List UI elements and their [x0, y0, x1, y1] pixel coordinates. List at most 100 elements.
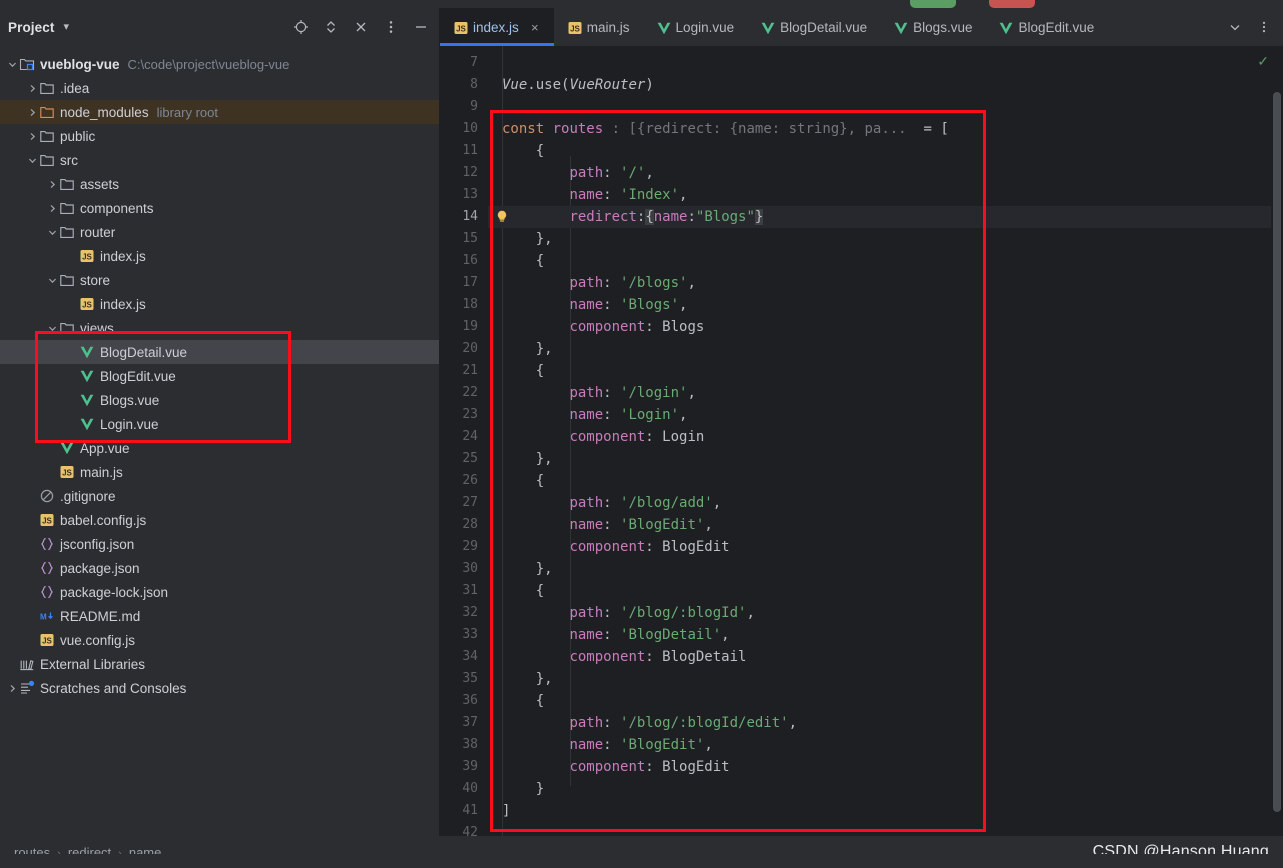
code-line[interactable] [488, 822, 1283, 836]
chevron-down-icon[interactable] [26, 154, 39, 167]
run-button[interactable] [910, 0, 956, 8]
code-line[interactable]: }, [488, 338, 1283, 360]
chevron-right-icon[interactable] [26, 130, 39, 143]
code-line[interactable]: path: '/blogs', [488, 272, 1283, 294]
tree-item-vueblog-vue[interactable]: vueblog-vue C:\code\project\vueblog-vue [0, 52, 439, 76]
code-line[interactable]: { [488, 360, 1283, 382]
code-line[interactable]: component: BlogDetail [488, 646, 1283, 668]
more-options-icon[interactable] [1257, 20, 1271, 34]
tree-item-src[interactable]: src [0, 148, 439, 172]
chevron-down-icon[interactable] [6, 58, 19, 71]
hide-panel-icon[interactable] [413, 19, 429, 35]
code-line[interactable]: }, [488, 668, 1283, 690]
tree-item-app-vue[interactable]: App.vue [0, 436, 439, 460]
editor-tab-blogs-vue[interactable]: Blogs.vue [880, 8, 985, 46]
tree-item-assets[interactable]: assets [0, 172, 439, 196]
tree-item-public[interactable]: public [0, 124, 439, 148]
tree-item-components[interactable]: components [0, 196, 439, 220]
code-line[interactable]: const routes : [{redirect: {name: string… [488, 118, 1283, 140]
code-line[interactable]: component: BlogEdit [488, 756, 1283, 778]
code-line[interactable]: name: 'BlogEdit', [488, 514, 1283, 536]
tree-item-jsconfig-json[interactable]: jsconfig.json [0, 532, 439, 556]
tree-item-external-libraries[interactable]: External Libraries [0, 652, 439, 676]
code-line[interactable]: path: '/blog/add', [488, 492, 1283, 514]
tree-item-package-lock-json[interactable]: package-lock.json [0, 580, 439, 604]
tree-item-idea[interactable]: .idea [0, 76, 439, 100]
tree-item-gitignore[interactable]: .gitignore [0, 484, 439, 508]
tree-item-store[interactable]: store [0, 268, 439, 292]
code-line[interactable]: name: 'Login', [488, 404, 1283, 426]
close-icon[interactable]: × [529, 21, 541, 34]
code-editor[interactable]: 7 8 9 10 11 12 13 14 15 16 17 18 19 20 21 22 23 24 25 26 27 2… [440, 46, 1283, 836]
editor-tab-blogdetail-vue[interactable]: BlogDetail.vue [747, 8, 880, 46]
lightbulb-icon[interactable] [494, 209, 510, 225]
code-line[interactable]: path: '/blog/:blogId/edit', [488, 712, 1283, 734]
chevron-right-icon[interactable] [26, 106, 39, 119]
tree-item-scratches-and-consoles[interactable]: Scratches and Consoles [0, 676, 439, 700]
code-line[interactable] [488, 96, 1283, 118]
code-line[interactable]: { [488, 690, 1283, 712]
chevron-down-icon[interactable] [46, 322, 59, 335]
code-line[interactable]: { [488, 250, 1283, 272]
editor-scrollbar[interactable] [1271, 46, 1283, 836]
locate-icon[interactable] [293, 19, 309, 35]
code-line[interactable]: component: Blogs [488, 316, 1283, 338]
stop-button[interactable] [989, 0, 1035, 8]
code-content[interactable]: Vue.use(VueRouter) const routes : [{redir… [488, 46, 1283, 836]
tree-item-blogdetail-vue[interactable]: BlogDetail.vue [0, 340, 439, 364]
tree-item-router[interactable]: router [0, 220, 439, 244]
chevron-down-icon[interactable] [1228, 20, 1242, 34]
editor-tab-blogedit-vue[interactable]: BlogEdit.vue [985, 8, 1107, 46]
code-line[interactable]: name: 'Blogs', [488, 294, 1283, 316]
code-line[interactable]: { [488, 580, 1283, 602]
code-line[interactable]: path: '/blog/:blogId', [488, 602, 1283, 624]
code-line[interactable]: name: 'Index', [488, 184, 1283, 206]
collapse-all-icon[interactable] [353, 19, 369, 35]
editor-tab-bar[interactable]: JS index.js × JS main.js Login.vue BlogDetail.… [440, 8, 1283, 46]
tree-item-babel-config-js[interactable]: JS babel.config.js [0, 508, 439, 532]
code-line[interactable]: component: Login [488, 426, 1283, 448]
chevron-right-icon[interactable] [6, 682, 19, 695]
tree-item-node-modules[interactable]: node_modules library root [0, 100, 439, 124]
code-line[interactable]: redirect:{name:"Blogs"} [488, 206, 1283, 228]
editor-scrollbar-thumb[interactable] [1273, 92, 1281, 812]
tree-item-readme-md[interactable]: M README.md [0, 604, 439, 628]
editor-tab-main-js[interactable]: JS main.js [554, 8, 643, 46]
chevron-right-icon[interactable] [26, 82, 39, 95]
expand-collapse-icon[interactable] [323, 19, 339, 35]
tree-item-subtext: library root [156, 104, 218, 120]
code-line[interactable]: name: 'BlogDetail', [488, 624, 1283, 646]
tree-item-package-json[interactable]: package.json [0, 556, 439, 580]
code-line[interactable]: { [488, 470, 1283, 492]
code-line[interactable] [488, 52, 1283, 74]
tree-item-views[interactable]: views [0, 316, 439, 340]
project-file-tree[interactable]: vueblog-vue C:\code\project\vueblog-vue .i… [0, 46, 439, 836]
tree-item-blogedit-vue[interactable]: BlogEdit.vue [0, 364, 439, 388]
code-line[interactable]: Vue.use(VueRouter) [488, 74, 1283, 96]
tree-item-main-js[interactable]: JS main.js [0, 460, 439, 484]
code-line[interactable]: } [488, 778, 1283, 800]
code-line[interactable]: name: 'BlogEdit', [488, 734, 1283, 756]
editor-tab-login-vue[interactable]: Login.vue [643, 8, 748, 46]
tree-item-blogs-vue[interactable]: Blogs.vue [0, 388, 439, 412]
more-options-icon[interactable] [383, 19, 399, 35]
code-line[interactable]: }, [488, 228, 1283, 250]
code-line[interactable]: }, [488, 448, 1283, 470]
tree-item-index-js[interactable]: JS index.js [0, 244, 439, 268]
chevron-down-icon[interactable]: ▾ [63, 21, 69, 33]
code-line[interactable]: ] [488, 800, 1283, 822]
chevron-down-icon[interactable] [46, 226, 59, 239]
chevron-right-icon[interactable] [46, 202, 59, 215]
code-line[interactable]: path: '/', [488, 162, 1283, 184]
chevron-down-icon[interactable] [46, 274, 59, 287]
chevron-right-icon[interactable] [46, 178, 59, 191]
editor-tab-index-js[interactable]: JS index.js × [440, 8, 554, 46]
tree-item-login-vue[interactable]: Login.vue [0, 412, 439, 436]
tree-item-vue-config-js[interactable]: JS vue.config.js [0, 628, 439, 652]
inspection-status-ok-check-icon[interactable]: ✓ [1257, 54, 1269, 68]
code-line[interactable]: { [488, 140, 1283, 162]
tree-item-index-js[interactable]: JS index.js [0, 292, 439, 316]
code-line[interactable]: }, [488, 558, 1283, 580]
code-line[interactable]: path: '/login', [488, 382, 1283, 404]
code-line[interactable]: component: BlogEdit [488, 536, 1283, 558]
